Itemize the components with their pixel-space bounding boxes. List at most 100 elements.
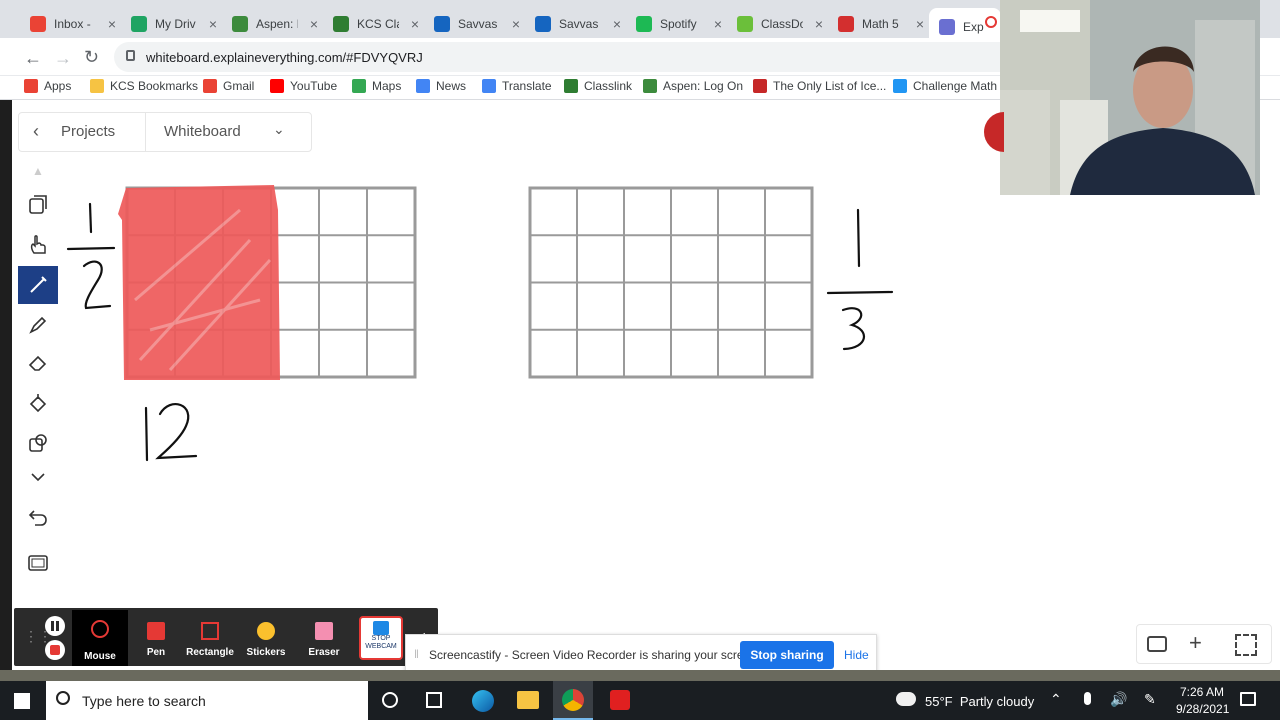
browser-tab[interactable]: Savvas E × bbox=[424, 10, 524, 38]
projects-link[interactable]: Projects bbox=[61, 123, 115, 140]
screencastify-tool-mouse[interactable]: Mouse bbox=[72, 610, 128, 666]
chrome-taskbar-button[interactable] bbox=[553, 681, 593, 720]
stop-webcam-button[interactable]: STOP WEBCAM bbox=[359, 616, 403, 660]
close-tab-icon[interactable]: × bbox=[512, 16, 520, 32]
bookmark-item[interactable]: Classlink bbox=[564, 79, 632, 93]
tool-hand[interactable] bbox=[18, 226, 58, 264]
volume-icon[interactable]: 🔊 bbox=[1110, 691, 1127, 708]
back-chevron-icon[interactable]: ‹ bbox=[33, 121, 39, 142]
bookmark-item[interactable]: Gmail bbox=[203, 79, 254, 93]
search-placeholder: Type here to search bbox=[82, 692, 206, 709]
bookmark-item[interactable]: YouTube bbox=[270, 79, 337, 93]
file-explorer-icon[interactable] bbox=[517, 691, 539, 709]
bookmark-item[interactable]: News bbox=[416, 79, 466, 93]
tool-eraser[interactable] bbox=[18, 344, 58, 382]
tool-highlighter[interactable] bbox=[18, 306, 58, 344]
maps-icon bbox=[352, 79, 366, 93]
fullscreen-icon[interactable] bbox=[1235, 634, 1257, 656]
close-tab-icon[interactable]: × bbox=[310, 16, 318, 32]
tool-duplicate[interactable] bbox=[18, 186, 58, 224]
acrobat-icon[interactable] bbox=[610, 690, 630, 710]
browser-tab[interactable]: Savvas F × bbox=[525, 10, 625, 38]
bookmark-label: KCS Bookmarks bbox=[110, 79, 199, 93]
tool-chevron-down[interactable] bbox=[18, 458, 58, 496]
bookmark-item[interactable]: Aspen: Log On bbox=[643, 79, 743, 93]
reload-icon[interactable]: ↻ bbox=[84, 47, 99, 68]
browser-tab[interactable]: Spotify × bbox=[626, 10, 726, 38]
close-tab-icon[interactable]: × bbox=[815, 16, 823, 32]
tool-undo[interactable] bbox=[18, 498, 58, 536]
close-tab-icon[interactable]: × bbox=[209, 16, 217, 32]
url-field[interactable]: whiteboard.explaineverything.com/#FDVYQV… bbox=[114, 42, 1014, 72]
tool-pen[interactable] bbox=[18, 266, 58, 304]
close-tab-icon[interactable]: × bbox=[613, 16, 621, 32]
chevron-up-icon[interactable]: ▲ bbox=[32, 164, 44, 178]
screencastify-tool-stickers[interactable]: Stickers bbox=[240, 614, 292, 662]
forward-arrow-icon[interactable]: → bbox=[54, 48, 72, 69]
bookmark-item[interactable]: Translate bbox=[482, 79, 552, 93]
close-tab-icon[interactable]: × bbox=[714, 16, 722, 32]
scribble-strokes bbox=[134, 208, 272, 372]
clock-date[interactable]: 9/28/2021 bbox=[1176, 702, 1229, 716]
tool-shapes[interactable] bbox=[18, 424, 58, 462]
notification-icon[interactable] bbox=[1240, 692, 1256, 706]
weebly-icon bbox=[893, 79, 907, 93]
tab-label: Exp bbox=[963, 20, 984, 34]
browser-tab[interactable]: Math 5 × bbox=[828, 10, 928, 38]
microphone-icon[interactable] bbox=[1084, 692, 1091, 705]
pen-workspace-icon[interactable]: ✎ bbox=[1144, 691, 1156, 708]
taskbar-search[interactable]: Type here to search bbox=[46, 681, 368, 720]
browser-tab[interactable]: My Driv × bbox=[121, 10, 221, 38]
back-arrow-icon[interactable]: ← bbox=[24, 48, 42, 69]
stop-webcam-label: STOP WEBCAM bbox=[365, 635, 397, 650]
frames-icon[interactable] bbox=[1147, 636, 1167, 652]
translate-icon bbox=[482, 79, 496, 93]
chrome-icon bbox=[562, 689, 584, 711]
clock-time[interactable]: 7:26 AM bbox=[1180, 685, 1224, 699]
stop-icon bbox=[50, 645, 60, 655]
edge-icon[interactable] bbox=[472, 690, 494, 712]
hide-link[interactable]: Hide bbox=[844, 648, 869, 662]
bookmark-item[interactable]: Maps bbox=[352, 79, 401, 93]
math-icon bbox=[838, 16, 854, 32]
close-tab-icon[interactable]: × bbox=[916, 16, 924, 32]
screencastify-toolbar: ⋮⋮ Mouse Pen Rectangle Stickers Eraser STOP … bbox=[14, 608, 438, 666]
record-indicator[interactable] bbox=[984, 112, 1004, 152]
stop-recording-button[interactable] bbox=[45, 640, 65, 660]
drive-icon bbox=[131, 16, 147, 32]
browser-tab[interactable]: Inbox - × bbox=[20, 10, 120, 38]
close-tab-icon[interactable]: × bbox=[108, 16, 116, 32]
bookmark-item[interactable]: KCS Bookmarks bbox=[90, 79, 198, 93]
bookmark-label: Apps bbox=[44, 79, 72, 93]
weather-icon bbox=[896, 692, 916, 706]
task-view-icon[interactable] bbox=[426, 692, 442, 708]
cortana-icon[interactable] bbox=[382, 692, 398, 708]
windows-start-icon[interactable] bbox=[14, 693, 30, 709]
classdojo-icon bbox=[737, 16, 753, 32]
weather-text[interactable]: 55°F Partly cloudy bbox=[925, 694, 1034, 709]
screencastify-tool-pen[interactable]: Pen bbox=[130, 614, 182, 662]
project-title[interactable]: Whiteboard bbox=[164, 123, 241, 140]
screencastify-tool-eraser[interactable]: Eraser bbox=[298, 614, 350, 662]
browser-tab[interactable]: Aspen: P × bbox=[222, 10, 322, 38]
tab-label: ClassDo bbox=[761, 17, 803, 31]
bookmark-item[interactable]: Apps bbox=[24, 79, 71, 93]
browser-tab[interactable]: ClassDo × bbox=[727, 10, 827, 38]
stop-sharing-button[interactable]: Stop sharing bbox=[740, 641, 834, 669]
screencastify-tool-rectangle[interactable]: Rectangle bbox=[184, 614, 236, 662]
close-tab-icon[interactable]: × bbox=[411, 16, 419, 32]
bookmark-label: The Only List of Ice... bbox=[773, 79, 887, 93]
tab-label: Inbox - bbox=[54, 17, 91, 31]
browser-tab[interactable]: KCS Clas × bbox=[323, 10, 423, 38]
pause-button[interactable] bbox=[45, 616, 65, 636]
tray-chevron-icon[interactable]: ⌃ bbox=[1050, 691, 1062, 708]
bookmark-item[interactable]: Challenge Math bbox=[893, 79, 997, 93]
windows-taskbar: Type here to search 55°F Partly cloudy ⌃… bbox=[0, 681, 1280, 720]
header-divider bbox=[145, 113, 146, 151]
chevron-down-icon[interactable]: ⌄ bbox=[273, 121, 285, 138]
tool-fill[interactable] bbox=[18, 384, 58, 422]
tool-frame[interactable] bbox=[18, 544, 58, 582]
add-slide-icon[interactable]: + bbox=[1189, 630, 1202, 656]
tool-palette: ▲ bbox=[18, 158, 58, 588]
bookmark-item[interactable]: The Only List of Ice... bbox=[753, 79, 886, 93]
